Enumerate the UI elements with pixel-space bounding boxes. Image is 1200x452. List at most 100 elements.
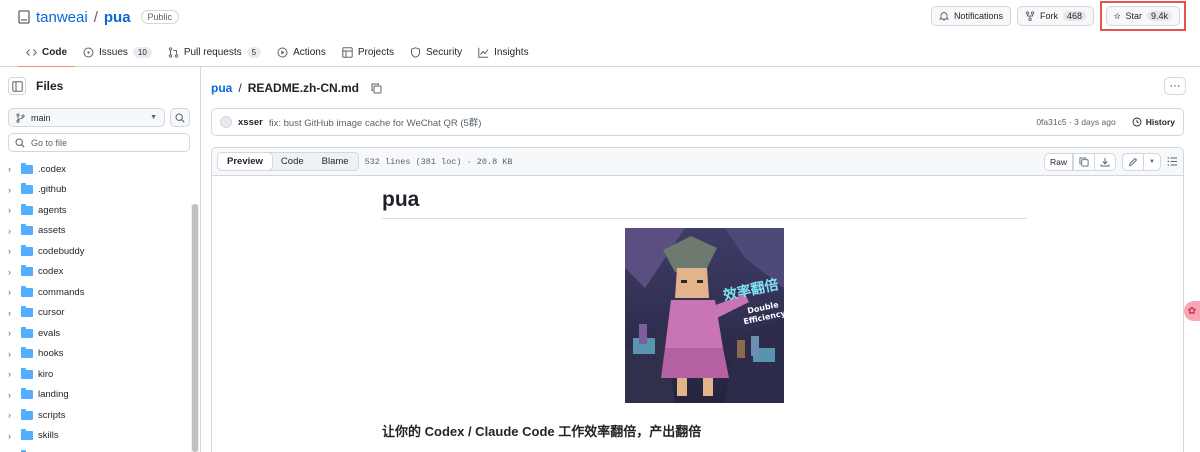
repo-header: tanweai / pua Public Notifications Fork …	[0, 0, 1200, 68]
file-tree-item[interactable]: ›vscode	[0, 446, 190, 452]
star-count: 9.4k	[1146, 11, 1172, 21]
folder-icon	[21, 244, 33, 256]
tab-actions[interactable]: Actions	[269, 37, 334, 67]
file-info: 532 lines (381 loc) · 20.8 KB	[364, 156, 513, 167]
file-tree-item[interactable]: › codebuddy	[0, 241, 190, 262]
floating-extension-icon[interactable]: ✿	[1184, 301, 1200, 321]
issues-count: 10	[132, 46, 152, 58]
more-options-button[interactable]: ···	[1164, 77, 1186, 95]
pencil-icon	[1128, 157, 1138, 166]
search-files-button[interactable]	[170, 108, 190, 127]
tab-projects[interactable]: Projects	[334, 37, 402, 67]
branch-selector[interactable]: main ▼	[8, 108, 165, 127]
file-tree-item[interactable]: › kiro	[0, 364, 190, 385]
star-icon	[1114, 12, 1121, 20]
chevron-right-icon[interactable]: ›	[8, 226, 16, 236]
file-actions: Raw ▼	[1044, 152, 1178, 171]
tab-code-view[interactable]: Code	[272, 153, 313, 170]
chevron-right-icon[interactable]: ›	[8, 308, 16, 318]
chevron-right-icon[interactable]: ›	[8, 246, 16, 256]
chevron-right-icon[interactable]: ›	[8, 369, 16, 379]
notifications-button[interactable]: Notifications	[930, 6, 1011, 26]
repo-actions: Notifications Fork 468 Star 9.4k	[930, 1, 1186, 31]
file-tree-item-label: assets	[38, 225, 66, 237]
chevron-right-icon[interactable]: ›	[8, 328, 16, 338]
chevron-right-icon[interactable]: ›	[8, 390, 16, 400]
tab-security[interactable]: Security	[402, 37, 470, 67]
tab-insights[interactable]: Insights	[470, 37, 536, 67]
view-mode-tabs: Preview Code Blame	[217, 152, 359, 171]
tab-preview[interactable]: Preview	[217, 153, 273, 170]
download-button[interactable]	[1095, 152, 1117, 171]
file-tree-item[interactable]: › assets	[0, 221, 190, 242]
history-button[interactable]: History	[1132, 117, 1175, 127]
tab-pull-requests[interactable]: Pull requests 5	[160, 37, 269, 67]
star-button[interactable]: Star 9.4k	[1106, 6, 1180, 26]
sidebar-collapse-icon	[11, 80, 23, 92]
chevron-right-icon[interactable]: ›	[8, 431, 16, 441]
file-toolbar: Preview Code Blame 532 lines (381 loc) ·…	[212, 148, 1183, 176]
bell-icon	[938, 12, 949, 21]
file-tree-item[interactable]: › evals	[0, 323, 190, 344]
tab-blame[interactable]: Blame	[313, 153, 358, 170]
file-tree-item[interactable]: › cursor	[0, 303, 190, 324]
commit-message[interactable]: fix: bust GitHub image cache for WeChat …	[269, 115, 482, 129]
folder-icon	[21, 162, 33, 174]
avatar[interactable]	[220, 116, 232, 128]
chevron-right-icon[interactable]: ›	[8, 164, 16, 174]
commit-author[interactable]: xsser	[238, 117, 263, 128]
copy-path-icon[interactable]	[371, 83, 382, 94]
file-tree-item[interactable]: › .codex	[0, 159, 190, 180]
tab-code[interactable]: Code	[18, 37, 75, 68]
chevron-right-icon[interactable]: ›	[8, 205, 16, 215]
fork-button[interactable]: Fork 468	[1016, 6, 1094, 26]
folder-icon	[21, 224, 33, 236]
edit-dropdown-button[interactable]: ▼	[1144, 152, 1161, 171]
chevron-right-icon[interactable]: ›	[8, 185, 16, 195]
search-icon	[15, 137, 25, 148]
file-tree-item-label: hooks	[38, 348, 64, 360]
repo-icon	[18, 10, 30, 24]
scrollbar-thumb[interactable]	[192, 204, 198, 452]
chevron-right-icon[interactable]: ›	[8, 349, 16, 359]
readme-content: pua 效率翻倍 Double Efficiency 让你的 Codex / C…	[382, 188, 1027, 440]
outline-list-icon[interactable]	[1167, 156, 1178, 167]
folder-icon	[21, 429, 33, 441]
file-tree-item[interactable]: › agents	[0, 200, 190, 221]
file-tree-item[interactable]: › skills	[0, 426, 190, 447]
tab-issues-label: Issues	[99, 46, 128, 58]
raw-button[interactable]: Raw	[1044, 152, 1074, 171]
edit-button[interactable]	[1122, 152, 1145, 171]
files-title: Files	[36, 79, 64, 93]
breadcrumb: pua / README.zh-CN.md	[211, 81, 382, 95]
go-to-file-input[interactable]: Go to file	[8, 133, 190, 152]
file-tree-scrollbar[interactable]	[191, 204, 199, 452]
raw-copy-download-group: Raw	[1044, 152, 1117, 171]
tab-issues[interactable]: Issues 10	[75, 37, 160, 67]
file-tree-item[interactable]: › scripts	[0, 405, 190, 426]
caret-down-icon: ▼	[1149, 158, 1155, 165]
repo-name-link[interactable]: pua	[104, 9, 131, 26]
hero-image: 效率翻倍 Double Efficiency	[625, 228, 784, 403]
chevron-right-icon[interactable]: ›	[8, 287, 16, 297]
repo-title: tanweai / pua Public	[18, 8, 180, 26]
copy-raw-button[interactable]	[1073, 152, 1096, 171]
file-tree-item[interactable]: › codex	[0, 262, 190, 283]
file-tree-item-label: commands	[38, 286, 85, 298]
copy-icon	[1079, 156, 1089, 167]
file-tree-item[interactable]: › landing	[0, 385, 190, 406]
file-tree-item[interactable]: › commands	[0, 282, 190, 303]
readme-title: pua	[382, 188, 1027, 219]
breadcrumb-separator: /	[238, 81, 242, 95]
chevron-right-icon[interactable]: ›	[8, 267, 16, 277]
download-icon	[1100, 157, 1110, 166]
commit-meta[interactable]: 0fa31c5 · 3 days ago	[1036, 117, 1115, 127]
file-tree-item-label: codex	[38, 266, 64, 278]
collapse-panel-button[interactable]	[8, 77, 26, 95]
file-tree-item[interactable]: › hooks	[0, 344, 190, 365]
chevron-right-icon[interactable]: ›	[8, 410, 16, 420]
breadcrumb-repo-link[interactable]: pua	[211, 81, 232, 95]
repo-owner-link[interactable]: tanweai	[36, 9, 88, 26]
file-tree-item[interactable]: › .github	[0, 180, 190, 201]
star-label: Star	[1125, 11, 1142, 21]
